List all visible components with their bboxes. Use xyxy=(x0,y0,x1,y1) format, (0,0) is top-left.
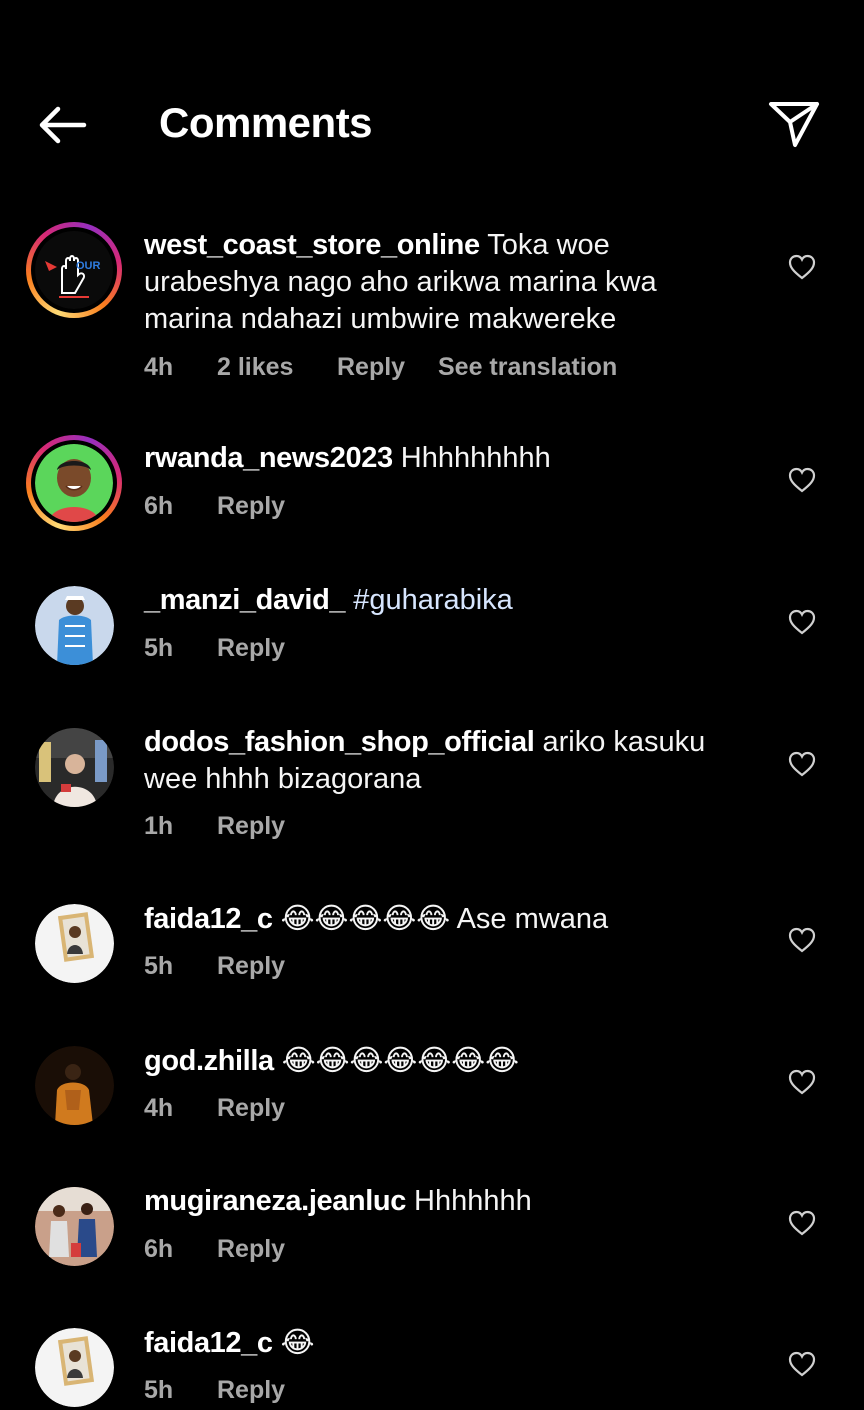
story-ring[interactable]: OUR xyxy=(26,222,122,318)
comment-username[interactable]: god.zhilla xyxy=(144,1045,274,1077)
comment-username[interactable]: _manzi_david_ xyxy=(144,584,346,616)
comment-meta: 5h Reply xyxy=(144,950,318,982)
comment-username[interactable]: rwanda_news2023 xyxy=(144,442,393,474)
like-button[interactable] xyxy=(784,250,820,284)
avatar[interactable] xyxy=(35,1046,114,1125)
comment-text: faida12_c 😂😂😂😂😂 Ase mwana xyxy=(144,900,744,938)
comment-text: god.zhilla 😂😂😂😂😂😂😂 xyxy=(144,1042,744,1080)
comment-time: 6h xyxy=(144,1235,174,1263)
comment-text: rwanda_news2023 Hhhhhhhhh xyxy=(144,440,744,477)
heart-icon xyxy=(788,609,816,635)
like-button[interactable] xyxy=(784,1065,820,1099)
share-button[interactable] xyxy=(762,94,826,154)
like-button[interactable] xyxy=(784,605,820,639)
comment-emoji: 😂😂😂😂😂😂😂 xyxy=(281,1043,519,1077)
comment-username[interactable]: mugiraneza.jeanluc xyxy=(144,1185,406,1217)
comment-username[interactable]: faida12_c xyxy=(144,903,273,935)
like-button[interactable] xyxy=(784,923,820,957)
comment-meta: 5h Reply xyxy=(144,632,318,664)
avatar: OUR xyxy=(35,231,113,309)
avatar[interactable] xyxy=(35,904,114,983)
comment-text: faida12_c 😂 xyxy=(144,1324,744,1362)
comment-username[interactable]: faida12_c xyxy=(144,1327,273,1359)
svg-text:OUR: OUR xyxy=(76,260,101,272)
comment-meta: 4h Reply xyxy=(144,1092,318,1124)
header-bar: Comments xyxy=(0,0,864,200)
comment-hashtag[interactable]: #guharabika xyxy=(353,584,513,616)
comment-meta: 5h Reply xyxy=(144,1374,318,1406)
reply-button[interactable]: Reply xyxy=(217,810,318,842)
comment-time: 1h xyxy=(144,812,174,840)
comment-time: 5h xyxy=(144,952,174,980)
reply-button[interactable]: Reply xyxy=(217,632,318,664)
comment-meta: 4h 2 likes Reply See translation xyxy=(144,351,617,383)
reply-button[interactable]: Reply xyxy=(217,490,318,522)
comment-time: 5h xyxy=(144,634,174,662)
see-translation-button[interactable]: See translation xyxy=(438,351,617,383)
comment-body: Hhhhhhhhh xyxy=(400,442,551,474)
like-button[interactable] xyxy=(784,747,820,781)
like-button[interactable] xyxy=(784,1206,820,1240)
comment-text: west_coast_store_online Toka woe urabesh… xyxy=(144,227,744,338)
reply-button[interactable]: Reply xyxy=(217,1233,318,1265)
like-button[interactable] xyxy=(784,463,820,497)
comment-meta: 6h Reply xyxy=(144,1233,318,1265)
comment-likes[interactable]: 2 likes xyxy=(217,351,337,383)
reply-button[interactable]: Reply xyxy=(217,950,318,982)
comment-emoji: 😂 xyxy=(280,1325,315,1359)
comment-time: 5h xyxy=(144,1376,174,1404)
story-ring[interactable] xyxy=(26,435,122,531)
comment-meta: 6h Reply xyxy=(144,490,318,522)
avatar xyxy=(35,444,113,522)
reply-button[interactable]: Reply xyxy=(337,351,438,383)
heart-icon xyxy=(788,927,816,953)
heart-icon xyxy=(788,1210,816,1236)
comment-text: dodos_fashion_shop_official ariko kasuku… xyxy=(144,724,744,798)
comment-time: 4h xyxy=(144,353,174,381)
heart-icon xyxy=(788,1069,816,1095)
reply-button[interactable]: Reply xyxy=(217,1092,318,1124)
heart-icon xyxy=(788,254,816,280)
comment-username[interactable]: west_coast_store_online xyxy=(144,229,480,261)
comment-meta: 1h Reply xyxy=(144,810,318,842)
comment-body: Ase mwana xyxy=(456,903,609,935)
page-title: Comments xyxy=(159,99,373,146)
heart-icon xyxy=(788,751,816,777)
comment-username[interactable]: dodos_fashion_shop_official xyxy=(144,726,535,758)
avatar[interactable] xyxy=(35,1328,114,1407)
comment-time: 4h xyxy=(144,1094,174,1122)
heart-icon xyxy=(788,467,816,493)
arrow-left-icon xyxy=(39,106,87,144)
avatar[interactable] xyxy=(35,1187,114,1266)
comment-emoji: 😂😂😂😂😂 xyxy=(280,901,451,935)
paper-plane-icon xyxy=(769,102,819,147)
back-button[interactable] xyxy=(30,98,94,152)
avatar[interactable] xyxy=(35,728,114,807)
comment-time: 6h xyxy=(144,492,174,520)
avatar[interactable] xyxy=(35,586,114,665)
heart-icon xyxy=(788,1351,816,1377)
like-button[interactable] xyxy=(784,1347,820,1381)
reply-button[interactable]: Reply xyxy=(217,1374,318,1406)
comment-text: _manzi_david_ #guharabika xyxy=(144,582,744,619)
comment-body: Hhhhhhh xyxy=(414,1185,532,1217)
comment-text: mugiraneza.jeanluc Hhhhhhh xyxy=(144,1183,744,1220)
